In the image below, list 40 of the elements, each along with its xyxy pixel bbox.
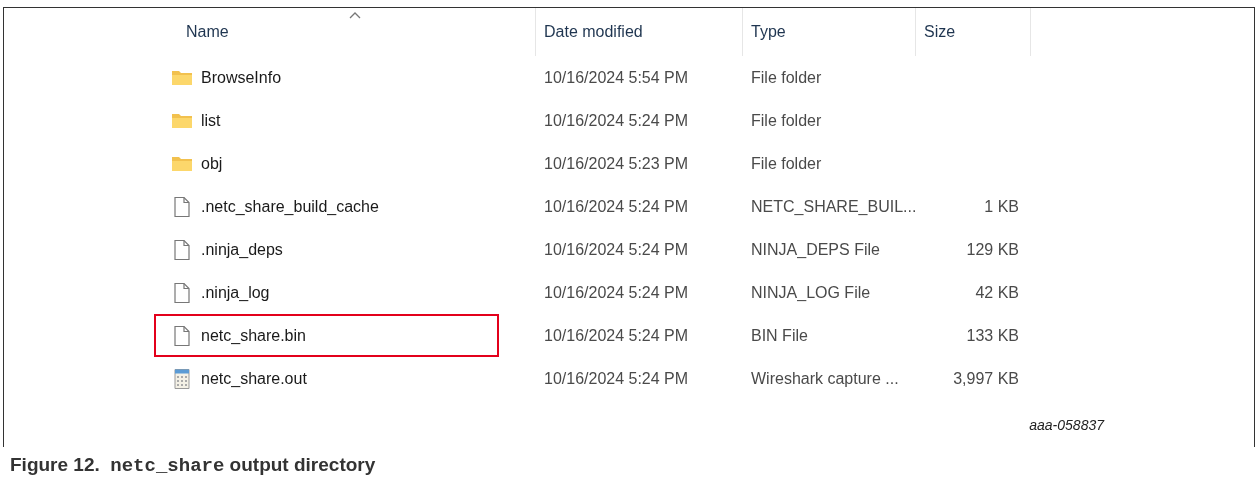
- figure-id: aaa-058837: [1029, 416, 1104, 435]
- file-name[interactable]: list: [201, 108, 221, 133]
- date-cell-text: 10/16/2024 5:23 PM: [543, 153, 690, 174]
- size-cell-text: 129 KB: [966, 239, 1019, 260]
- file-name[interactable]: obj: [201, 151, 223, 176]
- type-cell-text: File folder: [750, 153, 823, 174]
- size-cell-text: 3,997 KB: [953, 368, 1019, 389]
- type-cell-text: File folder: [750, 110, 823, 131]
- type-cell-text: NINJA_DEPS File: [750, 239, 881, 260]
- file-name[interactable]: netc_share.bin: [201, 323, 306, 348]
- date-cell-text: 10/16/2024 5:24 PM: [543, 282, 690, 303]
- column-header[interactable]: Date modified: [536, 8, 743, 56]
- file-name[interactable]: netc_share.out: [201, 366, 307, 391]
- document-grid-icon: [171, 367, 193, 390]
- date-cell-text: 10/16/2024 5:24 PM: [543, 110, 690, 131]
- size-cell-text: 133 KB: [966, 325, 1019, 346]
- type-cell-text: NETC_SHARE_BUIL...: [750, 196, 916, 217]
- file-icon: [171, 238, 193, 261]
- date-cell-text: 10/16/2024 5:24 PM: [543, 368, 690, 389]
- column-header[interactable]: Name: [154, 8, 536, 56]
- type-cell-text: NINJA_LOG File: [750, 282, 872, 303]
- file-name[interactable]: .ninja_log: [201, 280, 270, 305]
- type-cell-text: File folder: [750, 67, 823, 88]
- date-cell-text: 10/16/2024 5:54 PM: [543, 67, 690, 88]
- type-cell-text: Wireshark capture ...: [750, 368, 900, 389]
- column-header[interactable]: Type: [743, 8, 916, 56]
- file-icon: [171, 281, 193, 304]
- file-icon: [171, 324, 193, 347]
- figure-caption: Figure 12. netc_share output directory: [10, 455, 377, 477]
- file-icon: [171, 195, 193, 218]
- size-cell-text: 42 KB: [975, 282, 1019, 303]
- file-name[interactable]: .netc_share_build_cache: [201, 194, 379, 219]
- date-cell-text: 10/16/2024 5:24 PM: [543, 239, 690, 260]
- file-name[interactable]: .ninja_deps: [201, 237, 283, 262]
- date-cell-text: 10/16/2024 5:24 PM: [543, 325, 690, 346]
- file-name[interactable]: BrowseInfo: [201, 65, 282, 90]
- column-header[interactable]: Size: [916, 8, 1031, 56]
- date-cell-text: 10/16/2024 5:24 PM: [543, 196, 690, 217]
- type-cell-text: BIN File: [750, 325, 809, 346]
- size-cell-text: 1 KB: [984, 196, 1019, 217]
